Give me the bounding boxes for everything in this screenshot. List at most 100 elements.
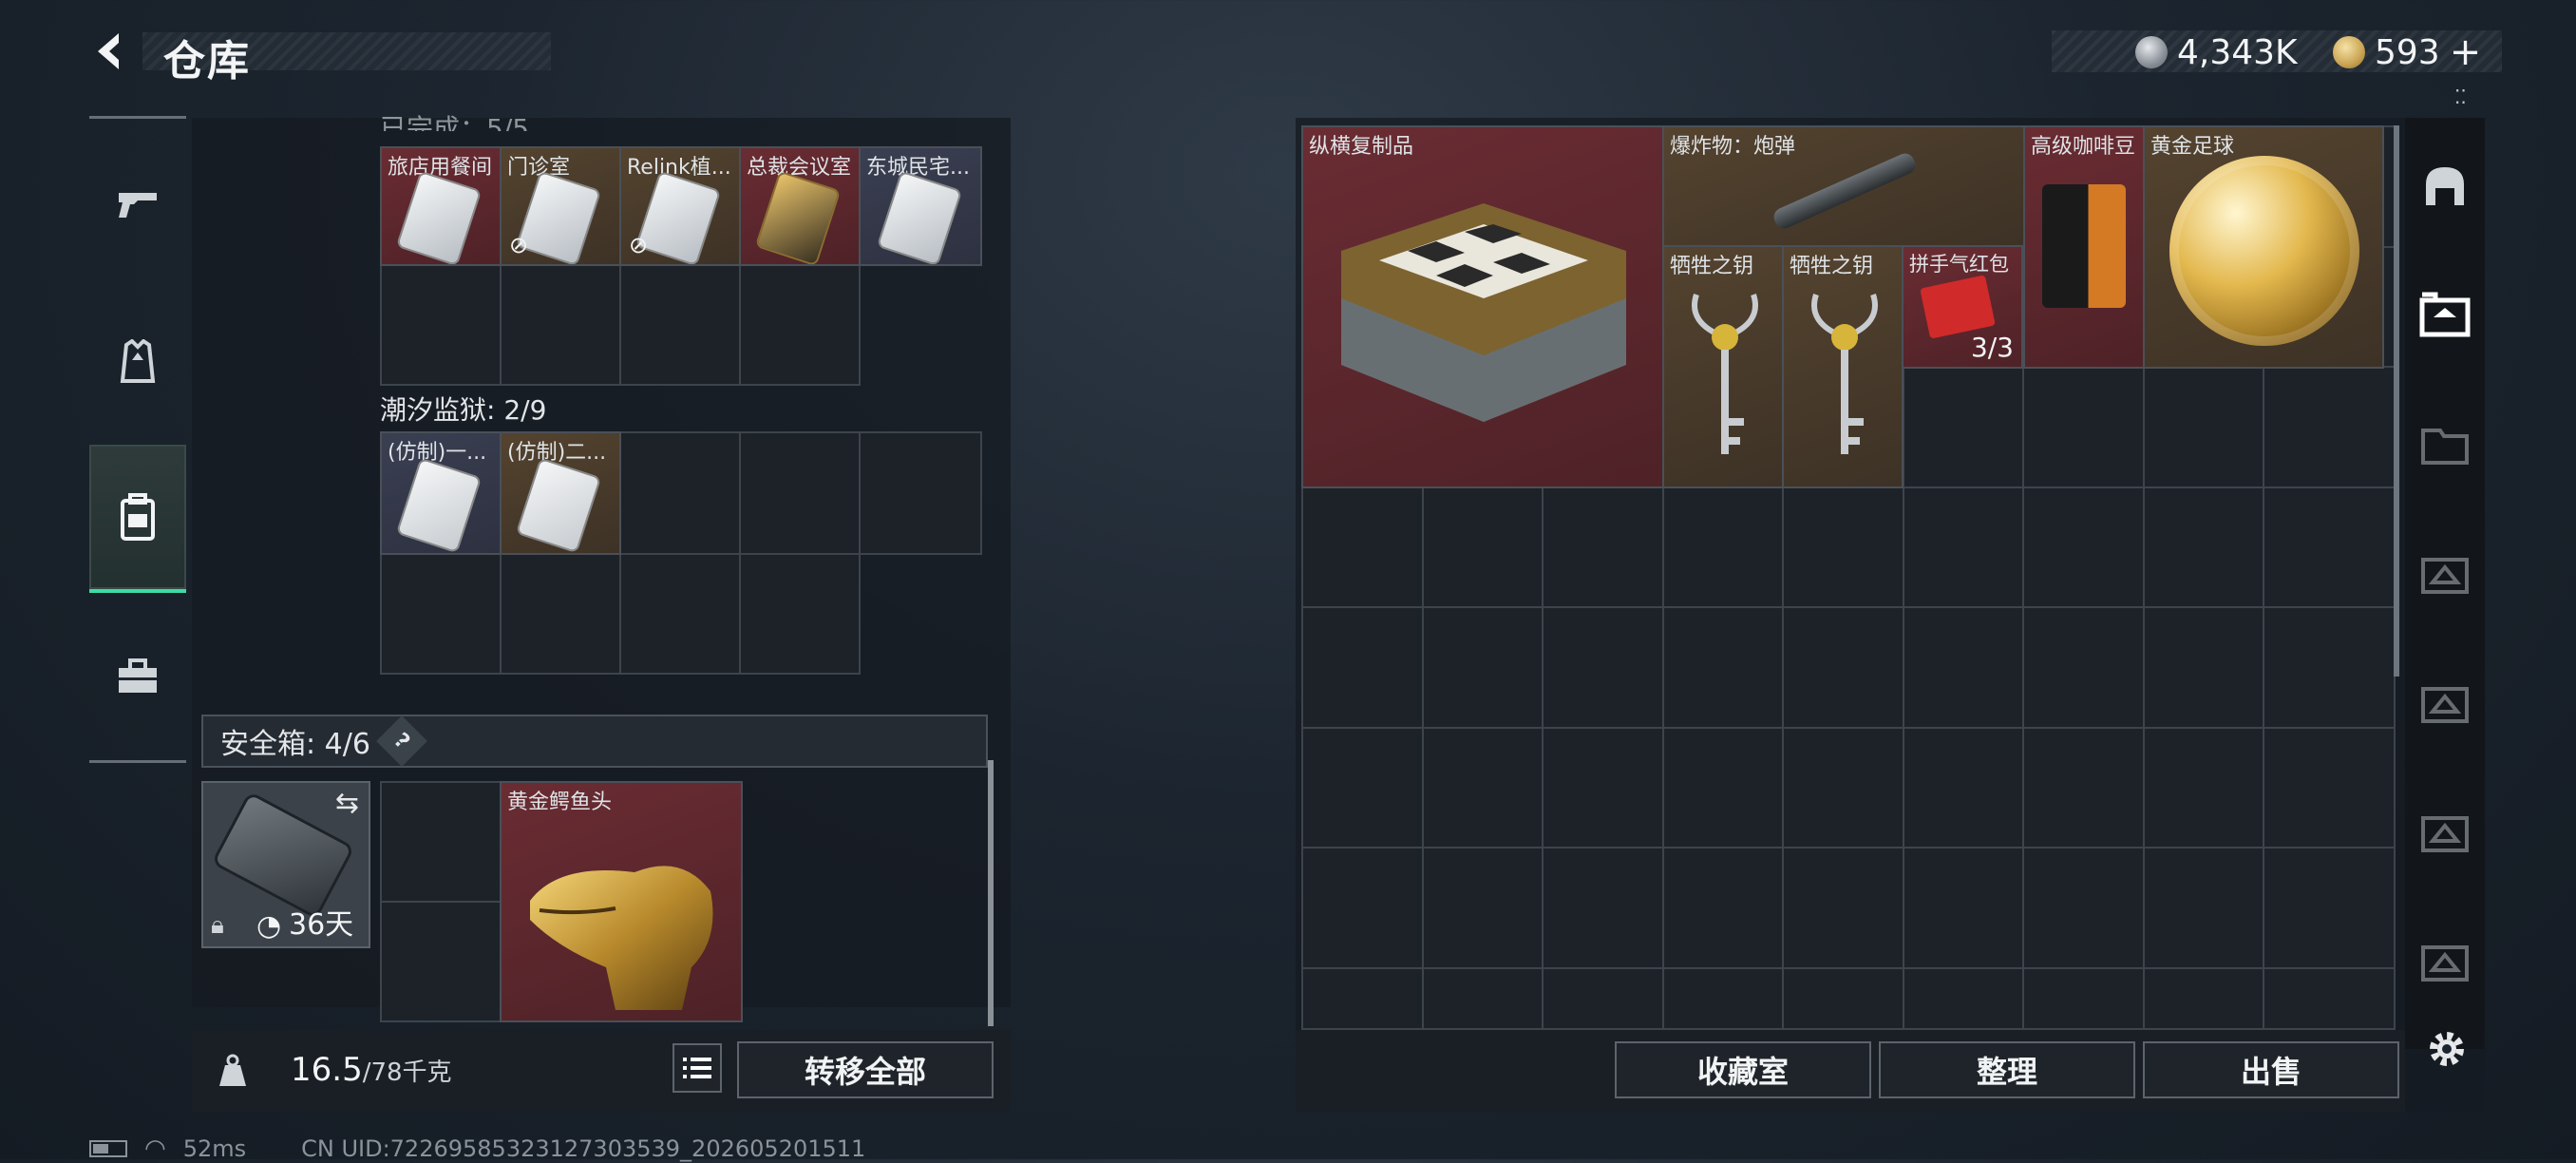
keycard-item[interactable]: (仿制)二... [500,431,621,555]
warehouse-grid-cell[interactable] [1782,966,1904,1030]
keycard-item[interactable]: Relink植... ⊘ [619,146,741,266]
collection-room-button[interactable]: 收藏室 [1615,1041,1871,1098]
warehouse-grid-cell[interactable] [1661,606,1784,729]
warehouse-grid-cell[interactable] [1301,966,1424,1030]
warehouse-grid-cell[interactable] [1902,486,2024,608]
gold-currency[interactable]: 593 + [2333,29,2481,76]
red-envelope-item[interactable]: 拼手气红包 3/3 [1902,245,2023,369]
warehouse-grid-cell[interactable] [1782,726,1904,848]
warehouse-grid-cell[interactable] [1301,606,1424,729]
chess-replica-item[interactable]: 纵横复制品 [1301,125,1664,488]
vest-icon [120,339,156,383]
rail-backpack-tab[interactable] [89,445,186,593]
storage-box-icon [2421,816,2469,852]
gold-coin-icon [2333,36,2365,68]
warehouse-grid-cell[interactable] [2142,486,2264,608]
warehouse-grid-cell[interactable] [1902,366,2024,488]
warehouse-grid-cell[interactable] [2022,966,2145,1030]
warehouse-grid-cell[interactable] [2142,726,2264,848]
warehouse-grid-cell[interactable] [2142,366,2264,488]
warehouse-grid-cell[interactable] [1301,486,1424,608]
warehouse-grid-cell[interactable] [2022,366,2145,488]
transfer-all-button[interactable]: 转移全部 [737,1041,994,1098]
sell-button[interactable]: 出售 [2143,1041,2399,1098]
add-currency-button[interactable]: + [2450,30,2482,74]
warehouse-tab-7[interactable] [2413,800,2477,865]
keycard-item[interactable]: 总裁会议室 [739,146,861,266]
warehouse-grid-cell[interactable] [1301,726,1424,848]
warehouse-grid-cell[interactable] [2263,726,2396,848]
silver-amount: 4,343K [2177,32,2298,72]
warehouse-grid-cell[interactable] [2263,606,2396,729]
safe-box-container[interactable]: ⇆ 🔒︎ ◔ 36天 [201,781,370,948]
warehouse-grid-cell[interactable] [1661,726,1784,848]
warehouse-grid-cell[interactable] [1421,726,1544,848]
warehouse-grid-cell[interactable] [1542,847,1664,969]
organize-button[interactable]: 整理 [1879,1041,2135,1098]
item-name: 爆炸物：炮弹 [1670,135,1796,159]
warehouse-grid-cell[interactable] [2022,847,2145,969]
warehouse-tab-8[interactable] [2413,929,2477,994]
sacrifice-key-item[interactable]: 牺牲之钥 [1662,245,1784,488]
warehouse-grid-cell[interactable] [2142,606,2264,729]
warehouse-grid-cell[interactable] [1542,726,1664,848]
warehouse-tab-5[interactable] [2413,542,2477,606]
warehouse-grid-cell[interactable] [1301,847,1424,969]
warehouse-grid-cell[interactable] [1421,606,1544,729]
rail-toolbox-tab[interactable] [89,629,186,726]
warehouse-scrollbar[interactable] [2394,125,2399,677]
warehouse-grid-cell[interactable] [1782,847,1904,969]
item-name: (仿制)一... [388,441,487,465]
warehouse-grid-cell[interactable] [1782,486,1904,608]
warehouse-grid-cell[interactable] [1542,606,1664,729]
keycard-item[interactable]: (仿制)一... [380,431,502,555]
warehouse-grid-cell[interactable] [1421,847,1544,969]
item-name: 门诊室 [507,156,571,180]
keycard-icon [637,173,719,264]
completed-section-label: 已完成：5/5 [380,113,530,131]
warehouse-grid-cell[interactable] [2022,726,2145,848]
coffee-beans-item[interactable]: 高级咖啡豆 [2023,125,2145,369]
keycard-item[interactable]: 门诊室 ⊘ [500,146,621,266]
sacrifice-key-item[interactable]: 牺牲之钥 [1782,245,1904,488]
warehouse-grid-cell[interactable] [1542,486,1664,608]
warehouse-grid-cell[interactable] [2022,486,2145,608]
warehouse-grid-cell[interactable] [1421,966,1544,1030]
warehouse-grid-cell[interactable] [2263,366,2396,488]
keycard-item[interactable]: 东城民宅... [859,146,982,266]
warehouse-grid-cell[interactable] [2263,847,2396,969]
warehouse-grid-cell[interactable] [1782,606,1904,729]
golden-football-item[interactable]: 黄金足球 [2143,125,2384,369]
scrollbar[interactable] [988,760,994,1026]
warehouse-tab-4[interactable] [2413,412,2477,477]
warehouse-grid-cell[interactable] [2142,847,2264,969]
swap-icon[interactable]: ⇆ [335,787,359,820]
help-button[interactable]: ? [376,715,427,767]
warehouse-grid-cell[interactable] [2263,966,2396,1030]
settings-button[interactable] [2420,1022,2473,1076]
item-name: 黄金足球 [2150,135,2235,159]
warehouse-grid-cell[interactable] [1661,966,1784,1030]
warehouse-grid-cell[interactable] [2142,966,2264,1030]
rail-weapons-tab[interactable] [89,156,186,253]
warehouse-grid-cell[interactable] [2022,606,2145,729]
keycard-item[interactable]: 旅店用餐间 [380,146,502,266]
warehouse-tab-main[interactable] [2413,154,2477,219]
explosive-shell-item[interactable]: 爆炸物：炮弹 [1662,125,2025,247]
warehouse-grid-cell[interactable] [1902,847,2024,969]
gold-crocodile-head-item[interactable]: 黄金鳄鱼头 [500,781,743,1022]
warehouse-grid-cell[interactable] [1902,726,2024,848]
warehouse-grid-cell[interactable] [1902,606,2024,729]
warehouse-grid-cell[interactable] [1661,847,1784,969]
warehouse-grid-cell[interactable] [1661,486,1784,608]
warehouse-tab-active[interactable] [2413,283,2477,348]
clock-icon: ◔ [256,909,282,943]
warehouse-tab-6[interactable] [2413,671,2477,735]
list-view-button[interactable] [672,1043,722,1093]
warehouse-grid-cell[interactable] [1902,966,2024,1030]
warehouse-grid-cell[interactable] [1542,966,1664,1030]
back-button[interactable] [84,23,141,80]
warehouse-grid-cell[interactable] [1421,486,1544,608]
warehouse-grid-cell[interactable] [2263,486,2396,608]
rail-equipment-tab[interactable] [89,314,186,410]
